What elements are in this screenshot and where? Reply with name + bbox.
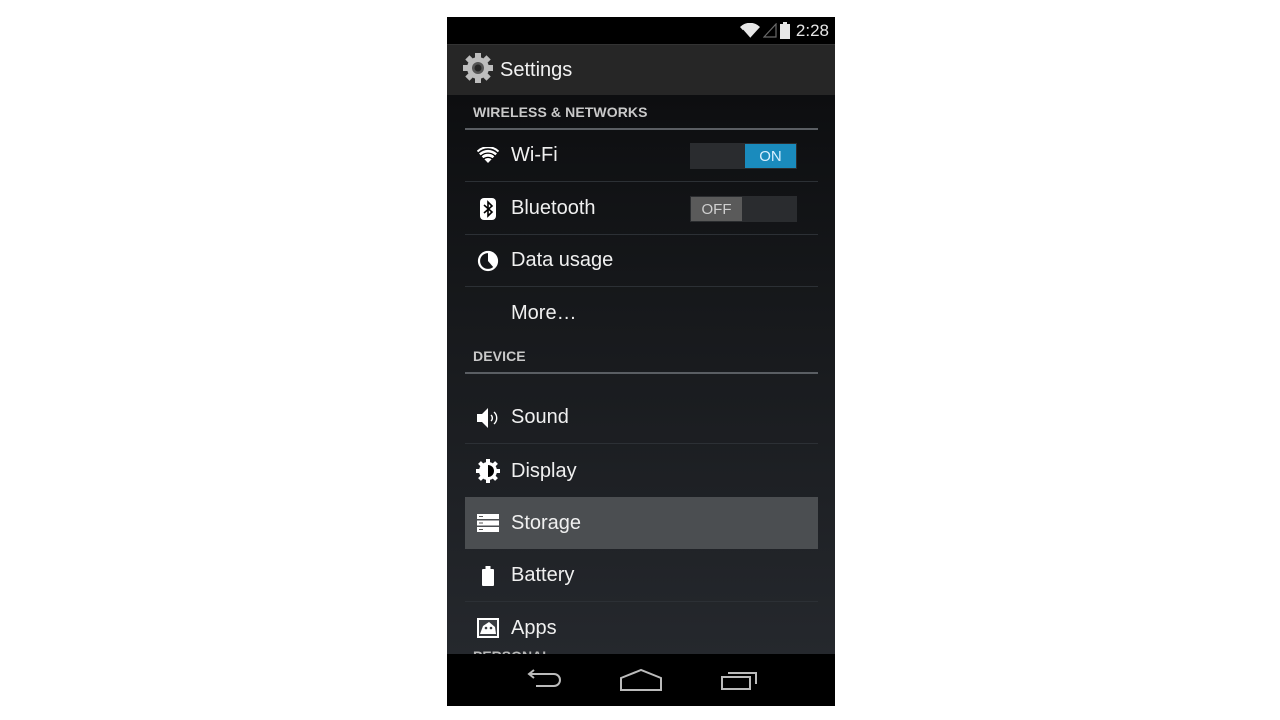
status-time: 2:28 [795, 20, 829, 40]
bluetooth-toggle[interactable]: OFF [690, 196, 797, 222]
settings-item-wifi[interactable]: Wi-Fi ON [465, 130, 818, 182]
battery-icon [779, 22, 790, 39]
settings-item-label: Data usage [511, 249, 614, 271]
settings-item-battery[interactable]: Battery [465, 550, 818, 602]
settings-item-display[interactable]: Display [465, 445, 818, 497]
back-button[interactable] [512, 660, 572, 700]
settings-item-label: More… [511, 301, 577, 324]
toggle-state: ON [745, 144, 796, 168]
cell-signal-icon [762, 23, 777, 38]
navigation-bar [447, 654, 835, 706]
home-icon [619, 668, 662, 691]
settings-item-bluetooth[interactable]: Bluetooth OFF [465, 183, 818, 235]
wifi-toggle[interactable]: ON [690, 143, 797, 169]
status-bar: 2:28 [447, 17, 835, 44]
settings-gear-icon[interactable] [462, 52, 494, 89]
wifi-icon [465, 130, 511, 182]
storage-icon [465, 497, 511, 549]
settings-item-data-usage[interactable]: Data usage [465, 235, 818, 287]
phone-screen: 2:28 Settings WIRELESS & NETWORKS Wi-Fi … [447, 17, 835, 706]
settings-item-more[interactable]: More… [465, 287, 818, 339]
settings-list[interactable]: WIRELESS & NETWORKS Wi-Fi ON Bluetooth O… [447, 95, 835, 654]
settings-item-label: Apps [511, 616, 557, 639]
section-header-wireless: WIRELESS & NETWORKS [465, 95, 818, 130]
battery-icon [465, 550, 511, 602]
settings-item-label: Battery [511, 564, 575, 586]
bluetooth-icon [465, 183, 511, 235]
section-header-device: DEVICE [465, 339, 818, 374]
action-bar: Settings [447, 44, 835, 95]
settings-item-label: Wi-Fi [511, 144, 558, 166]
settings-item-sound[interactable]: Sound [465, 392, 818, 444]
page-title: Settings [500, 58, 573, 81]
wifi-icon [739, 22, 760, 39]
settings-item-label: Display [511, 459, 577, 482]
settings-item-storage[interactable]: Storage [465, 497, 818, 549]
settings-item-label: Bluetooth [511, 197, 596, 219]
data-usage-icon [465, 235, 511, 287]
settings-item-label: Sound [511, 406, 569, 428]
settings-item-apps[interactable]: Apps [465, 602, 818, 654]
recent-apps-button[interactable] [710, 660, 770, 700]
apps-icon [465, 602, 511, 654]
home-button[interactable] [611, 660, 671, 700]
recent-apps-icon [721, 672, 758, 690]
sound-icon [465, 392, 511, 444]
settings-item-label: Storage [511, 511, 582, 534]
toggle-state: OFF [691, 197, 742, 221]
display-brightness-icon [465, 445, 511, 497]
back-icon [527, 669, 561, 687]
